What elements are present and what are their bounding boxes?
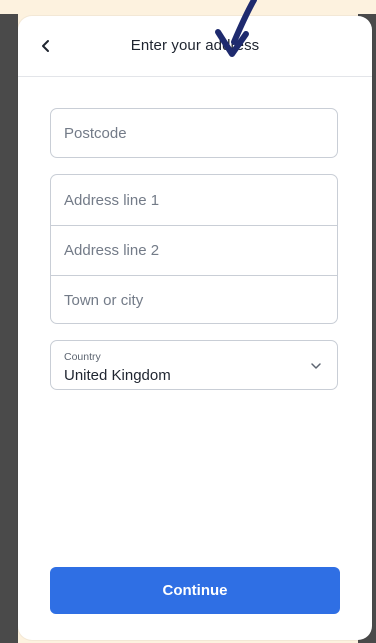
chevron-left-icon [42, 40, 49, 52]
postcode-input[interactable] [51, 109, 337, 157]
town-row[interactable] [51, 275, 337, 323]
country-select[interactable]: Country United Kingdom [50, 340, 338, 390]
address-field-group [50, 174, 338, 324]
town-input[interactable] [51, 276, 337, 323]
modal-header: Enter your address [18, 16, 372, 77]
address-line-2-input[interactable] [51, 226, 337, 275]
address-line-2-row[interactable] [51, 225, 337, 275]
page-title: Enter your address [130, 37, 260, 54]
country-label: Country [64, 351, 101, 363]
dimmed-overlay-left [0, 14, 18, 643]
address-modal-sheet: Enter your address Country United Kingdo… [18, 16, 372, 640]
continue-button[interactable]: Continue [50, 567, 340, 614]
address-line-1-row[interactable] [51, 175, 337, 225]
country-selected-value: United Kingdom [64, 367, 171, 384]
address-line-1-input[interactable] [51, 175, 337, 225]
chevron-down-icon [311, 363, 321, 369]
back-button[interactable] [34, 34, 58, 58]
postcode-field[interactable] [50, 108, 338, 158]
